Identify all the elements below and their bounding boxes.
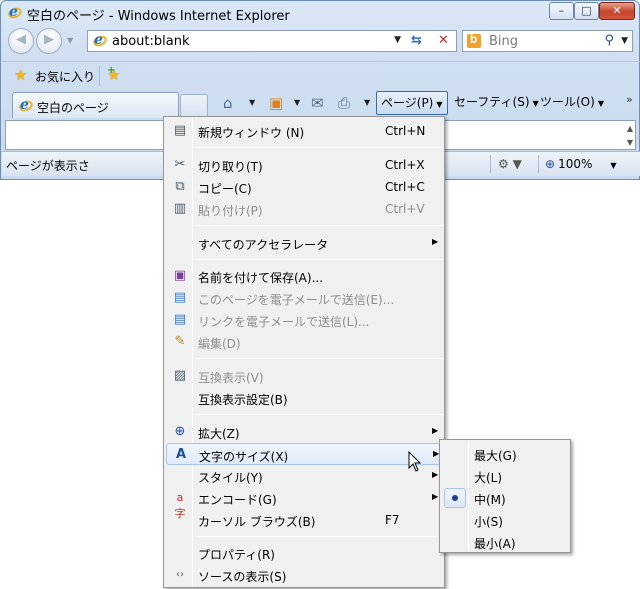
submenu-arrow-icon: ▶ bbox=[432, 237, 439, 246]
menu-item-zoom[interactable]: ⊕ 拡大(Z) ▶ bbox=[166, 421, 442, 443]
menu-item-email-link[interactable]: ▤ リンクを電子メールで送信(L)... bbox=[166, 309, 442, 331]
address-bar[interactable]: e about:blank ▼ bbox=[87, 30, 407, 52]
back-button[interactable]: ◀ bbox=[8, 28, 34, 54]
text-size-submenu: 最大(G) 大(L) 中(M) 小(S) 最小(A) bbox=[439, 439, 571, 553]
menu-item-encoding[interactable]: a字 エンコード(G) ▶ bbox=[166, 487, 442, 520]
scroll-down-icon[interactable]: ▼ bbox=[627, 138, 633, 147]
email-page-icon: ▤ bbox=[173, 290, 187, 305]
refresh-button[interactable]: ⇆ bbox=[406, 30, 432, 52]
address-input[interactable]: about:blank bbox=[112, 34, 190, 49]
zoom-magnifier-icon: ⊕ bbox=[545, 157, 556, 171]
text-size-icon: A bbox=[175, 447, 187, 462]
favorites-button[interactable]: お気に入り bbox=[35, 68, 95, 85]
selected-radio-icon bbox=[444, 488, 466, 508]
menu-item-new-window[interactable]: ▤ 新規ウィンドウ (N) Ctrl+N bbox=[166, 120, 442, 142]
maximize-button[interactable]: □ bbox=[574, 2, 599, 20]
minimize-button[interactable]: – bbox=[549, 2, 574, 20]
print-icon[interactable]: ⎙ bbox=[338, 94, 350, 112]
bing-icon bbox=[467, 32, 481, 48]
submenu-arrow-icon: ▶ bbox=[432, 426, 439, 435]
window-title: 空白のページ - Windows Internet Explorer bbox=[27, 9, 290, 24]
edit-icon: ✎ bbox=[174, 334, 186, 349]
menu-item-view-source[interactable]: ‹› ソースの表示(S) bbox=[166, 564, 442, 586]
read-mail-icon[interactable]: ✉ bbox=[311, 94, 324, 112]
email-link-icon: ▤ bbox=[173, 312, 187, 327]
text-size-smallest[interactable]: 最小(A) bbox=[442, 531, 568, 553]
stop-icon: ✕ bbox=[438, 33, 449, 48]
menu-item-cut[interactable]: ✂ 切り取り(T) Ctrl+X bbox=[166, 154, 442, 176]
ie-logo-icon: e bbox=[6, 4, 24, 21]
forward-arrow-icon: ▶ bbox=[44, 32, 54, 47]
submenu-arrow-icon: ▶ bbox=[432, 492, 439, 501]
stop-button[interactable]: ✕ bbox=[431, 30, 457, 52]
add-plus-icon: + bbox=[107, 65, 116, 76]
menu-item-style[interactable]: スタイル(Y) ▶ bbox=[166, 465, 442, 487]
tools-menu-button[interactable]: ツール(O) ▼ bbox=[540, 91, 604, 115]
page-menu-button[interactable]: ページ(P) ▼ bbox=[376, 91, 448, 115]
compat-view-icon: ▨ bbox=[173, 368, 187, 383]
scroll-up-icon[interactable]: ▲ bbox=[627, 124, 633, 133]
submenu-arrow-icon: ▶ bbox=[432, 470, 439, 479]
menu-item-text-size[interactable]: A 文字のサイズ(X) ▶ bbox=[166, 443, 442, 465]
tab-label: 空白のページ bbox=[37, 101, 109, 115]
forward-button[interactable]: ▶ bbox=[36, 28, 62, 54]
page-dropdown-menu: ▤ 新規ウィンドウ (N) Ctrl+N ✂ 切り取り(T) Ctrl+X ⧉ コピ… bbox=[163, 116, 445, 588]
feeds-icon[interactable]: ▣ bbox=[269, 94, 283, 112]
refresh-icon: ⇆ bbox=[411, 33, 422, 48]
menu-item-copy[interactable]: ⧉ コピー(C) Ctrl+C bbox=[166, 176, 442, 198]
page-icon: e bbox=[91, 32, 109, 49]
save-icon: ▣ bbox=[173, 268, 187, 283]
home-dropdown-icon[interactable]: ▼ bbox=[249, 98, 255, 107]
copy-icon: ⧉ bbox=[175, 179, 185, 194]
search-dropdown-icon[interactable]: ▼ bbox=[621, 36, 628, 46]
text-size-larger[interactable]: 大(L) bbox=[442, 465, 568, 487]
more-commands-button[interactable]: » bbox=[626, 89, 633, 113]
menu-item-paste[interactable]: ▥ 貼り付け(P) Ctrl+V bbox=[166, 198, 442, 220]
menu-item-compat-settings[interactable]: 互換表示設定(B) bbox=[166, 387, 442, 409]
new-window-icon: ▤ bbox=[173, 123, 187, 138]
zoom-icon: ⊕ bbox=[174, 424, 186, 439]
menu-item-properties[interactable]: プロパティ(R) bbox=[166, 542, 442, 564]
home-icon[interactable]: ⌂ bbox=[223, 94, 233, 112]
text-size-medium[interactable]: 中(M) bbox=[442, 487, 568, 509]
tab-row: e 空白のページ ⌂ ▼ ▣ ▼ ✉ ⎙ ▼ ページ(P) ▼ セーフティ(S) ▼… bbox=[2, 89, 640, 118]
zoom-level-button[interactable]: ⊕ 100% ▼ bbox=[545, 157, 617, 171]
favorites-bar: ★ お気に入り ★ + bbox=[2, 61, 640, 88]
cut-icon: ✂ bbox=[174, 157, 186, 172]
feeds-dropdown-icon[interactable]: ▼ bbox=[294, 98, 300, 107]
mouse-cursor-icon bbox=[408, 451, 422, 472]
favorites-star-icon: ★ bbox=[14, 66, 28, 84]
address-dropdown-icon[interactable]: ▼ bbox=[394, 35, 401, 45]
status-text: ページが表示さ bbox=[6, 159, 90, 173]
menu-item-edit[interactable]: ✎ 編集(D) bbox=[166, 331, 442, 353]
encoding-icon: a字 bbox=[174, 491, 186, 520]
menu-item-accelerators[interactable]: すべてのアクセラレータ ▶ bbox=[166, 232, 442, 254]
favorites-divider bbox=[99, 66, 100, 86]
back-arrow-icon: ◀ bbox=[16, 32, 26, 47]
new-tab-button[interactable] bbox=[180, 94, 208, 118]
tab-page-icon: e bbox=[17, 97, 35, 114]
menu-item-save-as[interactable]: ▣ 名前を付けて保存(A)... bbox=[166, 265, 442, 287]
text-size-smaller[interactable]: 小(S) bbox=[442, 509, 568, 531]
view-source-icon: ‹› bbox=[176, 569, 184, 580]
menu-item-compat-view[interactable]: ▨ 互換表示(V) bbox=[166, 365, 442, 387]
safety-menu-button[interactable]: セーフティ(S) ▼ bbox=[454, 91, 539, 115]
close-button[interactable]: ✕ bbox=[599, 2, 635, 20]
paste-icon: ▥ bbox=[173, 201, 187, 216]
menu-item-caret-browsing[interactable]: カーソル ブラウズ(B) F7 bbox=[166, 509, 442, 531]
print-dropdown-icon[interactable]: ▼ bbox=[364, 98, 370, 107]
history-dropdown-icon[interactable]: ▼ bbox=[67, 36, 73, 45]
search-box[interactable]: Bing ⚲ ▼ bbox=[462, 30, 633, 52]
text-size-largest[interactable]: 最大(G) bbox=[442, 443, 568, 465]
search-icon[interactable]: ⚲ bbox=[604, 33, 614, 48]
menu-item-email-page[interactable]: ▤ このページを電子メールで送信(E)... bbox=[166, 287, 442, 309]
protected-mode-icon[interactable]: ⚙ ▼ bbox=[498, 157, 522, 171]
search-input[interactable]: Bing bbox=[489, 34, 518, 49]
tab-blank-page[interactable]: e 空白のページ bbox=[12, 92, 179, 118]
